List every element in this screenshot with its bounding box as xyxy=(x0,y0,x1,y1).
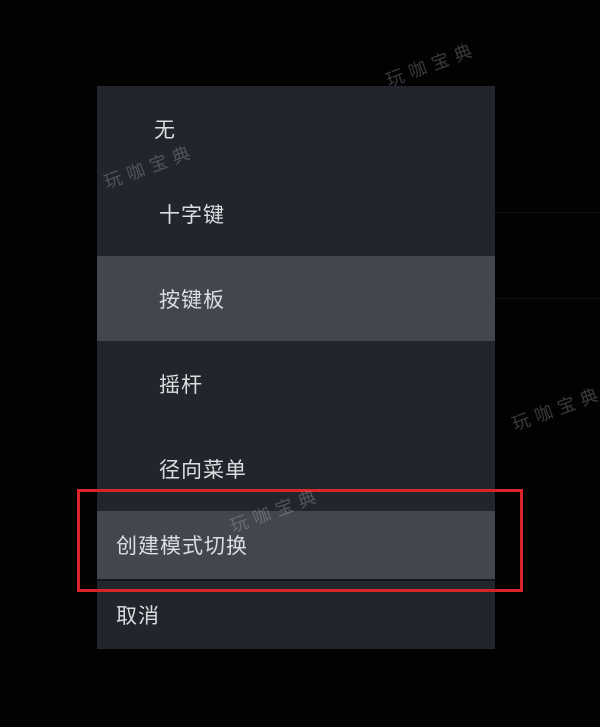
menu-item-label: 取消 xyxy=(116,604,160,628)
menu-item-label: 摇杆 xyxy=(159,372,203,397)
control-type-menu: 无 十字键 按键板 摇杆 径向菜单 创建模式切换 取消 xyxy=(97,86,495,649)
menu-item-label: 按键板 xyxy=(159,287,225,312)
menu-item-label: 创建模式切换 xyxy=(116,534,248,558)
menu-item-label: 径向菜单 xyxy=(159,457,247,482)
cancel-button[interactable]: 取消 xyxy=(97,581,495,649)
watermark: 玩咖宝典 xyxy=(383,38,481,92)
menu-item-joystick[interactable]: 摇杆 xyxy=(97,341,495,426)
menu-item-label: 十字键 xyxy=(159,203,225,227)
menu-item-button-pad[interactable]: 按键板 xyxy=(97,256,495,341)
watermark: 玩咖宝典 xyxy=(509,382,600,436)
menu-item-label: 无 xyxy=(154,118,176,142)
background-divider xyxy=(495,298,600,299)
menu-item-radial-menu[interactable]: 径向菜单 xyxy=(97,426,495,511)
menu-item-dpad[interactable]: 十字键 xyxy=(97,172,495,256)
menu-item-create-mode-shift[interactable]: 创建模式切换 xyxy=(97,511,495,579)
menu-item-none[interactable]: 无 xyxy=(97,86,495,172)
background-divider xyxy=(495,212,600,213)
